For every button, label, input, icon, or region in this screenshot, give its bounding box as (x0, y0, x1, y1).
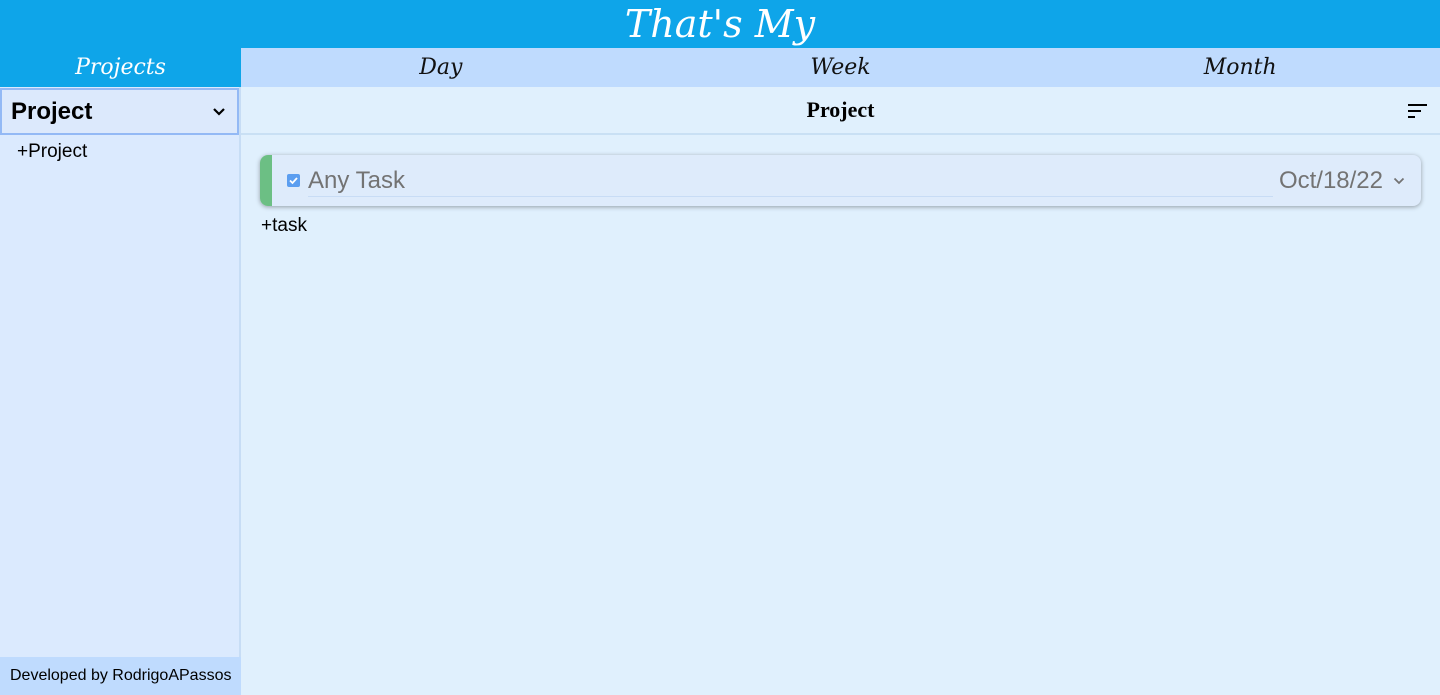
footer-credit: Developed by RodrigoAPassos (0, 657, 241, 695)
add-project-button[interactable]: +Project (17, 141, 87, 163)
app-title: That's My (624, 2, 816, 46)
main-header: Project (241, 87, 1440, 135)
tab-month[interactable]: Month (1040, 48, 1440, 87)
app-header: That's My (0, 0, 1440, 48)
task-item[interactable]: Any Task Oct/18/22 (260, 155, 1421, 206)
add-task-button[interactable]: +task (261, 215, 307, 237)
sidebar: Project +Project Developed by RodrigoAPa… (0, 87, 241, 695)
tab-day[interactable]: Day (241, 48, 641, 87)
project-select[interactable]: Project (0, 88, 239, 135)
nav-projects-tab[interactable]: Projects (0, 48, 241, 87)
task-name-input[interactable]: Any Task (308, 165, 1273, 197)
task-date[interactable]: Oct/18/22 (1279, 167, 1383, 195)
tab-week[interactable]: Week (641, 48, 1041, 87)
chevron-down-icon[interactable] (1391, 173, 1407, 189)
main-panel: Project Any Task Oct/18/22 +task (241, 87, 1440, 695)
task-checkbox[interactable] (287, 174, 300, 187)
project-select-value: Project (11, 97, 93, 125)
chevron-down-icon (211, 104, 227, 120)
task-priority-bar (260, 155, 272, 206)
view-tabs: Day Week Month (241, 48, 1440, 87)
page-title: Project (806, 97, 875, 122)
sort-icon[interactable] (1408, 103, 1428, 119)
